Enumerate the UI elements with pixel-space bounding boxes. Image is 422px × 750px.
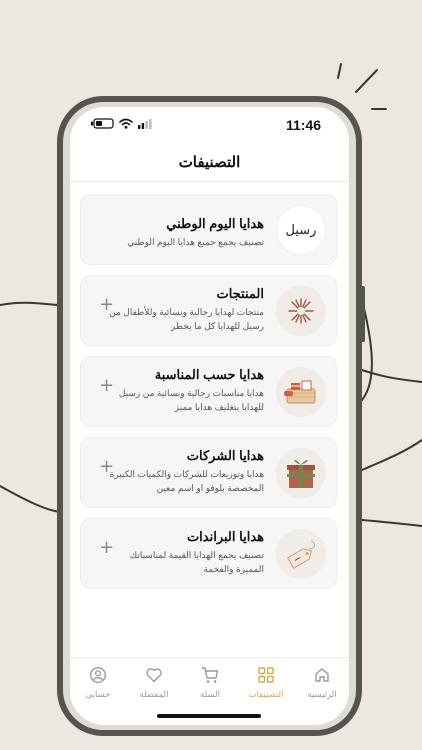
nav-item-home[interactable]: الرئيسية bbox=[296, 666, 348, 700]
category-card-brands[interactable]: هدايا البراندات تصنيف يجمع الهدايا القيم… bbox=[80, 518, 337, 589]
user-icon bbox=[89, 666, 107, 684]
category-title: هدايا الشركات bbox=[186, 448, 264, 463]
battery-icon bbox=[91, 118, 114, 129]
heart-icon bbox=[146, 668, 162, 683]
bottom-nav: الرئيسية التصنيفات السلة المفضلة حسابي bbox=[70, 657, 349, 708]
status-time: 11:46 bbox=[285, 117, 321, 133]
category-title: هدايا البراندات bbox=[186, 529, 264, 544]
status-bar: 11:46 bbox=[70, 107, 349, 141]
category-title: هدايا حسب المناسبة bbox=[154, 367, 264, 382]
cellular-signal-icon bbox=[138, 118, 152, 129]
home-icon bbox=[315, 668, 329, 682]
category-description: هدايا مناسبات رجالية ونسائية من رسيل لله… bbox=[118, 388, 264, 412]
category-description: منتجات لهدايا رجالية ونسائية وللأطفال من… bbox=[109, 307, 264, 331]
category-title: المنتجات bbox=[216, 286, 264, 301]
expand-plus-icon[interactable]: + bbox=[99, 539, 114, 557]
title-divider bbox=[70, 181, 349, 182]
card-text: هدايا الشركات هدايا وتوزيعات للشركات وال… bbox=[104, 447, 264, 495]
status-icons bbox=[90, 118, 152, 129]
expand-plus-icon[interactable]: + bbox=[99, 377, 114, 395]
nav-label: السلة bbox=[200, 689, 220, 699]
price-tag-icon bbox=[276, 529, 326, 579]
expand-plus-icon[interactable]: + bbox=[99, 458, 114, 476]
card-text: هدايا اليوم الوطني تصنيف يجمع جميع هدايا… bbox=[104, 215, 264, 249]
grid-icon bbox=[258, 667, 274, 683]
card-text: هدايا البراندات تصنيف يجمع الهدايا القيم… bbox=[104, 528, 264, 576]
nav-item-favorites[interactable]: المفضلة bbox=[128, 666, 180, 700]
phone-side-button bbox=[361, 286, 365, 342]
category-description: تصنيف يجمع جميع هدايا اليوم الوطني bbox=[127, 237, 264, 247]
category-description: هدايا وتوزيعات للشركات والكميات الكبيرة … bbox=[109, 469, 264, 493]
nav-label: التصنيفات bbox=[248, 689, 284, 699]
gift-basket-icon bbox=[276, 367, 326, 417]
nav-label: حسابي bbox=[85, 689, 111, 699]
category-title: هدايا اليوم الوطني bbox=[166, 216, 264, 231]
home-indicator[interactable] bbox=[157, 714, 261, 718]
nav-item-cart[interactable]: السلة bbox=[184, 666, 236, 700]
cart-icon bbox=[202, 667, 219, 683]
logo-text: رسيل bbox=[285, 222, 317, 238]
wifi-icon bbox=[119, 118, 133, 129]
category-card-products[interactable]: المنتجات منتجات لهدايا رجالية ونسائية ول… bbox=[80, 275, 337, 346]
card-text: هدايا حسب المناسبة هدايا مناسبات رجالية … bbox=[104, 366, 264, 414]
app-screen: 11:46 التصنيفات رسيل هدايا اليوم الوطني … bbox=[70, 107, 349, 725]
gift-box-icon bbox=[276, 448, 326, 498]
category-card-occasions[interactable]: هدايا حسب المناسبة هدايا مناسبات رجالية … bbox=[80, 356, 337, 427]
card-text: المنتجات منتجات لهدايا رجالية ونسائية ول… bbox=[104, 285, 264, 333]
expand-plus-icon[interactable]: + bbox=[99, 296, 114, 314]
rseel-logo-icon: رسيل bbox=[276, 205, 326, 255]
category-card-national-day[interactable]: رسيل هدايا اليوم الوطني تصنيف يجمع جميع … bbox=[80, 194, 337, 265]
nav-label: الرئيسية bbox=[307, 689, 337, 699]
nav-label: المفضلة bbox=[139, 689, 169, 699]
category-card-corporate[interactable]: هدايا الشركات هدايا وتوزيعات للشركات وال… bbox=[80, 437, 337, 508]
page-title: التصنيفات bbox=[178, 154, 241, 171]
nav-item-categories[interactable]: التصنيفات bbox=[240, 666, 292, 700]
phone-frame: 11:46 التصنيفات رسيل هدايا اليوم الوطني … bbox=[57, 96, 365, 736]
sparkle-icon bbox=[276, 286, 326, 336]
nav-item-account[interactable]: حسابي bbox=[72, 666, 124, 700]
category-description: تصنيف يجمع الهدايا القيمة لمناسباتك المم… bbox=[129, 550, 264, 574]
